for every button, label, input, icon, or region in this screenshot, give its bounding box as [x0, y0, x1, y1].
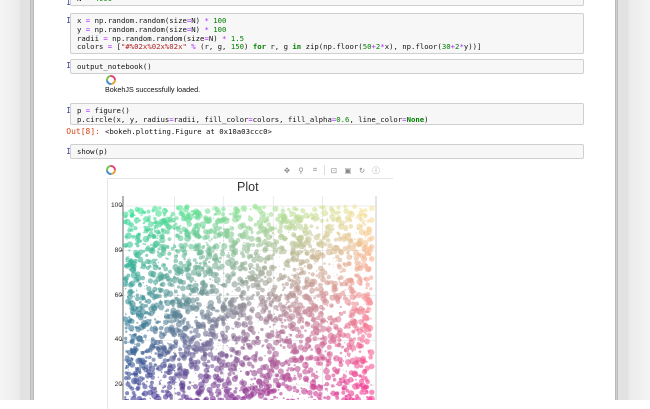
code-token: )	[424, 115, 428, 124]
chart-title: Plot	[237, 180, 259, 194]
code-token: output_notebook()	[77, 62, 152, 71]
code-token: N	[77, 0, 86, 3]
code-line: N = 4000	[77, 0, 577, 4]
bokeh-plot[interactable]	[107, 178, 393, 409]
code-token: x	[77, 16, 86, 25]
code-token: 0.6	[336, 115, 349, 124]
code-token: for	[253, 42, 266, 51]
code-token: 100	[213, 25, 226, 34]
save-icon[interactable]: ▣	[343, 165, 353, 175]
code-token: 4000	[95, 0, 113, 3]
code-token: x), np.floor(	[385, 42, 442, 51]
code-token: in	[292, 42, 301, 51]
code-token: colors	[77, 42, 108, 51]
code-line: p.circle(x, y, radius=radii, fill_color=…	[77, 116, 577, 125]
code-token: figure()	[90, 106, 130, 115]
code-token: show(p)	[77, 147, 108, 156]
code-cell-5[interactable]: N = 4000	[70, 0, 584, 6]
reset-icon[interactable]: ↻	[357, 165, 367, 175]
window-frame-left-inner	[20, 0, 31, 400]
code-token: zip(np.floor(	[301, 42, 363, 51]
bokeh-loaded-message: BokehJS successfully loaded.	[105, 85, 200, 94]
code-line: show(p)	[77, 148, 577, 157]
help-icon[interactable]: ⓘ	[371, 165, 381, 175]
wheel-zoom-icon[interactable]: ⚲	[296, 165, 306, 175]
y-tick-label: 20	[107, 381, 122, 388]
code-token: r, g	[266, 42, 292, 51]
code-token: "#%02x%02x%02x"	[121, 42, 187, 51]
output-prompt-8: Out[8]:	[20, 127, 100, 137]
code-token: radii, fill_color	[174, 115, 249, 124]
resize-icon[interactable]: ⊡	[329, 165, 339, 175]
code-line: colors = ["#%02x%02x%02x" % (r, g, 150) …	[77, 43, 577, 52]
y-tick-label: 80	[107, 247, 122, 254]
code-token: np.random.random(size	[90, 25, 187, 34]
y-tick-label: 40	[107, 336, 122, 343]
code-token: colors, fill_alpha	[253, 115, 332, 124]
code-line: output_notebook()	[77, 63, 577, 72]
code-token: N)	[191, 25, 204, 34]
output-text-8: <bokeh.plotting.Figure at 0x10a03ccc0>	[105, 127, 272, 136]
code-token: 150	[231, 42, 244, 51]
code-token: , line_color	[349, 115, 402, 124]
window-frame-right-inner	[617, 0, 628, 400]
code-token: (r, g,	[196, 42, 231, 51]
code-cell-7[interactable]: output_notebook()	[70, 59, 584, 74]
code-token: radii	[77, 34, 103, 43]
code-token: p	[77, 106, 86, 115]
code-token: [	[112, 42, 121, 51]
code-token: 1.5	[231, 34, 244, 43]
bokeh-plot-logo-icon	[106, 165, 116, 175]
code-token: y))]	[464, 42, 482, 51]
code-cell-6[interactable]: x = np.random.random(size=N) * 100 y = n…	[70, 13, 584, 54]
code-cell-8[interactable]: p = figure() p.circle(x, y, radius=radii…	[70, 103, 584, 125]
code-token: 100	[213, 16, 226, 25]
y-tick-label: 100	[107, 202, 122, 209]
code-token: np.random.random(size	[108, 34, 205, 43]
code-cell-9[interactable]: show(p)	[70, 144, 584, 159]
code-token: 30	[442, 42, 451, 51]
code-token: None	[407, 115, 425, 124]
box-zoom-icon[interactable]: ⌗	[310, 165, 320, 175]
pan-icon[interactable]: ✥	[282, 165, 292, 175]
code-token: )	[244, 42, 253, 51]
code-token: N)	[209, 34, 222, 43]
bokeh-logo-icon	[106, 75, 116, 85]
toolbar-separator	[324, 165, 325, 175]
code-token: p.circle(x, y, radius	[77, 115, 169, 124]
code-token: y	[77, 25, 86, 34]
plot-toolbar: ✥ ⚲ ⌗ ⊡ ▣ ↻ ⓘ	[282, 164, 381, 176]
code-token: N)	[191, 16, 204, 25]
code-token: np.random.random(size	[90, 16, 187, 25]
y-tick-label: 60	[107, 292, 122, 299]
